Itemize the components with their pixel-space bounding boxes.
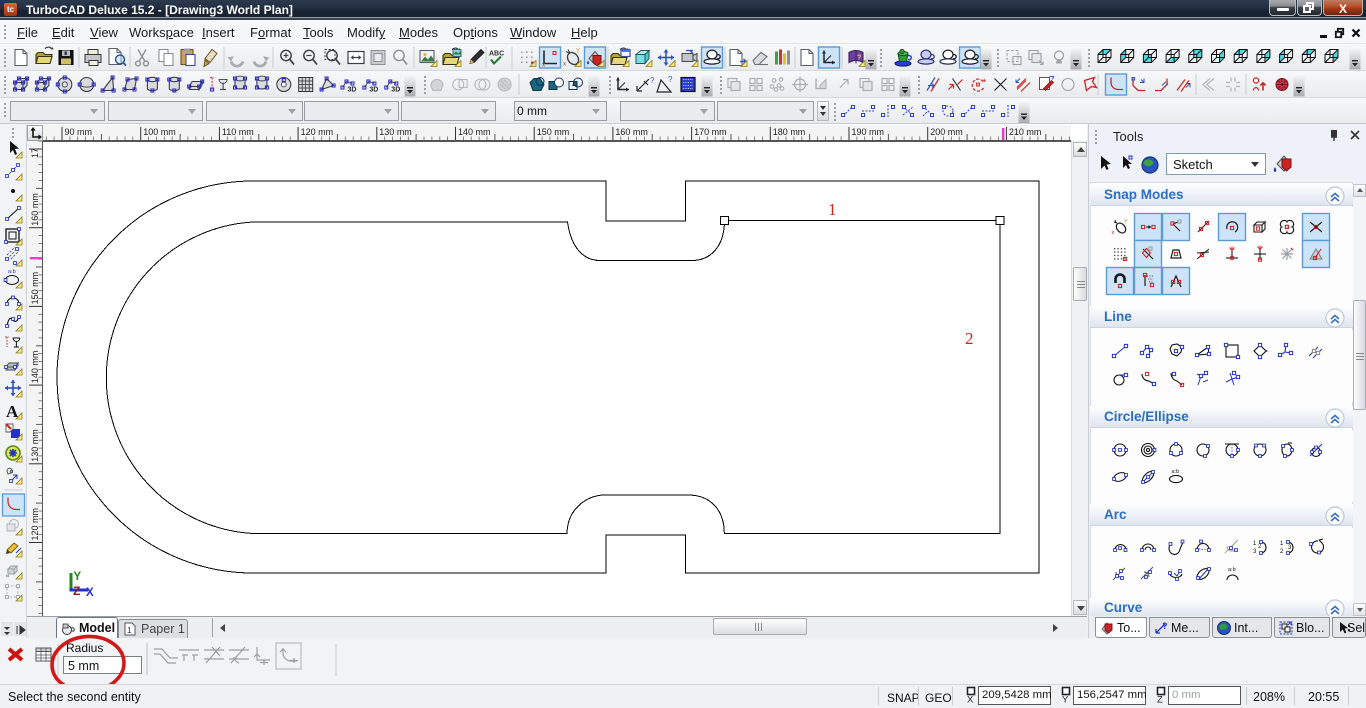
svg-text:160 mm: 160 mm xyxy=(30,193,40,226)
svg-text:17: 17 xyxy=(30,148,40,158)
svg-text:Y: Y xyxy=(1062,695,1069,706)
svg-text:?: ? xyxy=(857,55,861,62)
svg-text:Y: Y xyxy=(576,49,580,55)
svg-text:X: X xyxy=(967,695,974,706)
svg-text:x: x xyxy=(542,63,545,69)
svg-text:90 mm: 90 mm xyxy=(65,127,93,137)
svg-text:a:b: a:b xyxy=(1172,469,1180,475)
svg-text:Y: Y xyxy=(1124,219,1128,225)
svg-text:150 mm: 150 mm xyxy=(537,127,570,137)
svg-text:x: x xyxy=(1112,230,1115,236)
svg-text:120 mm: 120 mm xyxy=(301,127,334,137)
svg-text:130 mm: 130 mm xyxy=(30,429,40,462)
svg-text:Z: Z xyxy=(1157,695,1163,706)
svg-text:190 mm: 190 mm xyxy=(852,127,885,137)
svg-text:Y: Y xyxy=(74,571,82,583)
svg-text:a:b: a:b xyxy=(8,269,16,275)
svg-text:210 mm: 210 mm xyxy=(1009,127,1042,137)
svg-text:ABC: ABC xyxy=(489,51,504,58)
svg-text:?: ? xyxy=(650,76,655,85)
svg-text:1: 1 xyxy=(828,200,837,219)
svg-text:110 mm: 110 mm xyxy=(222,127,254,137)
svg-text:Z: Z xyxy=(73,584,80,598)
svg-text:140 mm: 140 mm xyxy=(458,127,491,137)
svg-text:3D: 3D xyxy=(391,87,400,94)
svg-text:200 mm: 200 mm xyxy=(930,127,963,137)
svg-text:?: ? xyxy=(668,75,673,84)
svg-text:3D: 3D xyxy=(348,87,357,94)
svg-text:140 mm: 140 mm xyxy=(30,351,40,384)
svg-text:150 mm: 150 mm xyxy=(30,272,40,305)
svg-text:160 mm: 160 mm xyxy=(615,127,648,137)
svg-text:180 mm: 180 mm xyxy=(773,127,806,137)
svg-text:X: X xyxy=(86,587,94,599)
svg-text:2: 2 xyxy=(965,329,974,348)
svg-text:?: ? xyxy=(1162,621,1168,631)
svg-text:a:b: a:b xyxy=(1228,567,1236,573)
svg-text:3D: 3D xyxy=(369,87,378,94)
svg-text:170 mm: 170 mm xyxy=(694,127,727,137)
svg-text:130 mm: 130 mm xyxy=(379,127,412,137)
svg-text:x: x xyxy=(563,62,566,68)
svg-text:100 mm: 100 mm xyxy=(143,127,176,137)
svg-text:120 mm: 120 mm xyxy=(30,508,40,541)
